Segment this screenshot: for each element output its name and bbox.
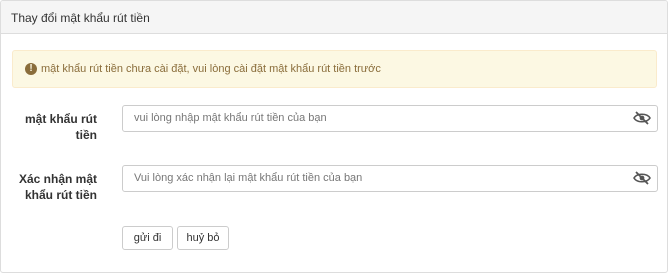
warning-alert: ! mật khẩu rút tiền chưa cài đặt, vui lò…	[12, 50, 657, 88]
password-label-line1: mật khẩu rút	[24, 112, 97, 126]
cancel-button[interactable]: huỷ bỏ	[177, 226, 229, 250]
confirm-label-line2: khẩu rút tiền	[24, 188, 97, 202]
change-withdrawal-password-panel: Thay đổi mật khẩu rút tiền ! mật khẩu rú…	[0, 0, 668, 273]
confirm-label-line1: Xác nhận mật	[18, 172, 97, 186]
password-placeholder: vui lòng nhập mật khẩu rút tiền của bạn	[134, 112, 327, 124]
panel-title: Thay đổi mật khẩu rút tiền	[11, 11, 150, 25]
password-label-line2: tiền	[75, 128, 97, 142]
panel-heading: Thay đổi mật khẩu rút tiền	[1, 1, 667, 34]
confirm-password-label: Xác nhận mật khẩu rút tiền	[1, 171, 97, 203]
password-input[interactable]: vui lòng nhập mật khẩu rút tiền của bạn	[122, 105, 658, 132]
eye-slash-icon[interactable]	[633, 111, 651, 125]
alert-message: mật khẩu rút tiền chưa cài đặt, vui lòng…	[41, 63, 381, 75]
exclamation-circle-icon: !	[25, 63, 37, 75]
confirm-password-placeholder: Vui lòng xác nhận lại mật khẩu rút tiền …	[134, 172, 363, 184]
eye-slash-icon[interactable]	[633, 171, 651, 185]
password-label: mật khẩu rút tiền	[1, 111, 97, 143]
confirm-password-input[interactable]: Vui lòng xác nhận lại mật khẩu rút tiền …	[122, 165, 658, 192]
submit-button[interactable]: gửi đi	[122, 226, 173, 250]
